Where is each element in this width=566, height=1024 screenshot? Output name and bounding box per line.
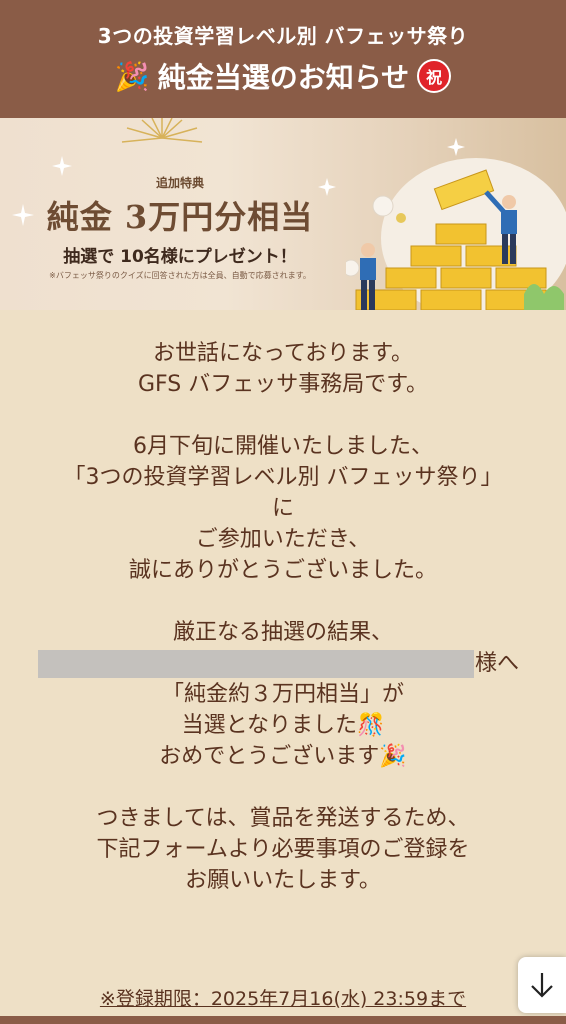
lottery-text: 抽選で 10名様にプレゼント！	[63, 247, 297, 267]
thanks-line: に	[271, 496, 294, 521]
message-body: お世話になっております。 GFS バフェッサ事務局です。 6月下旬に開催いたしま…	[0, 310, 566, 927]
thanks-paragraph: 6月下旬に開催いたしました、 「3つの投資学習レベル別 バフェッサ祭り」 に ご…	[0, 431, 566, 586]
request-line: 下記フォームより必要事項のご登録を	[96, 837, 470, 862]
greeting-line: お世話になっております。	[152, 341, 414, 366]
recipient-line: 様へ	[0, 648, 566, 679]
thanks-line: ご参加いただき、	[195, 527, 371, 552]
greeting-line: GFS バフェッサ事務局です。	[137, 372, 429, 397]
sparkle-icon	[52, 156, 72, 176]
celebration-badge-icon: 祝	[417, 59, 452, 93]
scroll-down-button[interactable]	[518, 957, 566, 1013]
prize-headline: 純金 3万円分相当	[46, 198, 314, 236]
registration-deadline: ※登録期限：2025年7月16(水) 23:59まで	[99, 988, 467, 1010]
sunburst-decoration	[121, 118, 203, 143]
campaign-subtitle: 3つの投資学習レベル別 バフェッサ祭り	[97, 24, 469, 48]
page-title-row: 🎉 純金当選のお知らせ 祝	[0, 56, 566, 96]
redacted-recipient-name	[38, 650, 474, 678]
bonus-label: 追加特典	[155, 176, 204, 190]
request-paragraph: つきましては、賞品を発送するため、 下記フォームより必要事項のご登録を お願いい…	[0, 803, 566, 896]
greeting-paragraph: お世話になっております。 GFS バフェッサ事務局です。	[0, 338, 566, 400]
thanks-line: 「3つの投資学習レベル別 バフェッサ祭り」	[63, 465, 503, 490]
thanks-line: 6月下旬に開催いたしました、	[133, 434, 433, 459]
footer-bar	[0, 1016, 566, 1024]
party-popper-icon: 🎉	[114, 59, 150, 93]
gold-bars-illustration	[346, 138, 566, 310]
prize-line: 「純金約３万円相当」が	[161, 682, 404, 707]
lottery-note: ※バフェッサ祭りのクイズに回答された方は全員、自動で応募されます。	[49, 271, 311, 280]
request-line: つきましては、賞品を発送するため、	[96, 806, 470, 831]
deadline-row: ※登録期限：2025年7月16(水) 23:59まで	[0, 984, 566, 1011]
arrow-down-icon	[531, 973, 553, 998]
header-bar: 3つの投資学習レベル別 バフェッサ祭り 🎉 純金当選のお知らせ 祝	[0, 0, 566, 118]
result-paragraph: 厳正なる抽選の結果、 様へ 「純金約３万円相当」が 当選となりました🎊 おめでと…	[0, 617, 566, 772]
prize-line: おめでとうございます🎉	[159, 744, 407, 769]
page-title: 純金当選のお知らせ	[157, 61, 410, 94]
result-line: 厳正なる抽選の結果、	[172, 620, 393, 645]
recipient-suffix: 様へ	[475, 651, 520, 676]
prize-banner: 追加特典 純金 3万円分相当 抽選で 10名様にプレゼント！ ※バフェッサ祭りの…	[0, 118, 566, 310]
request-line: お願いいたします。	[185, 868, 381, 893]
thanks-line: 誠にありがとうございました。	[128, 558, 437, 583]
prize-line: 当選となりました🎊	[181, 713, 385, 738]
